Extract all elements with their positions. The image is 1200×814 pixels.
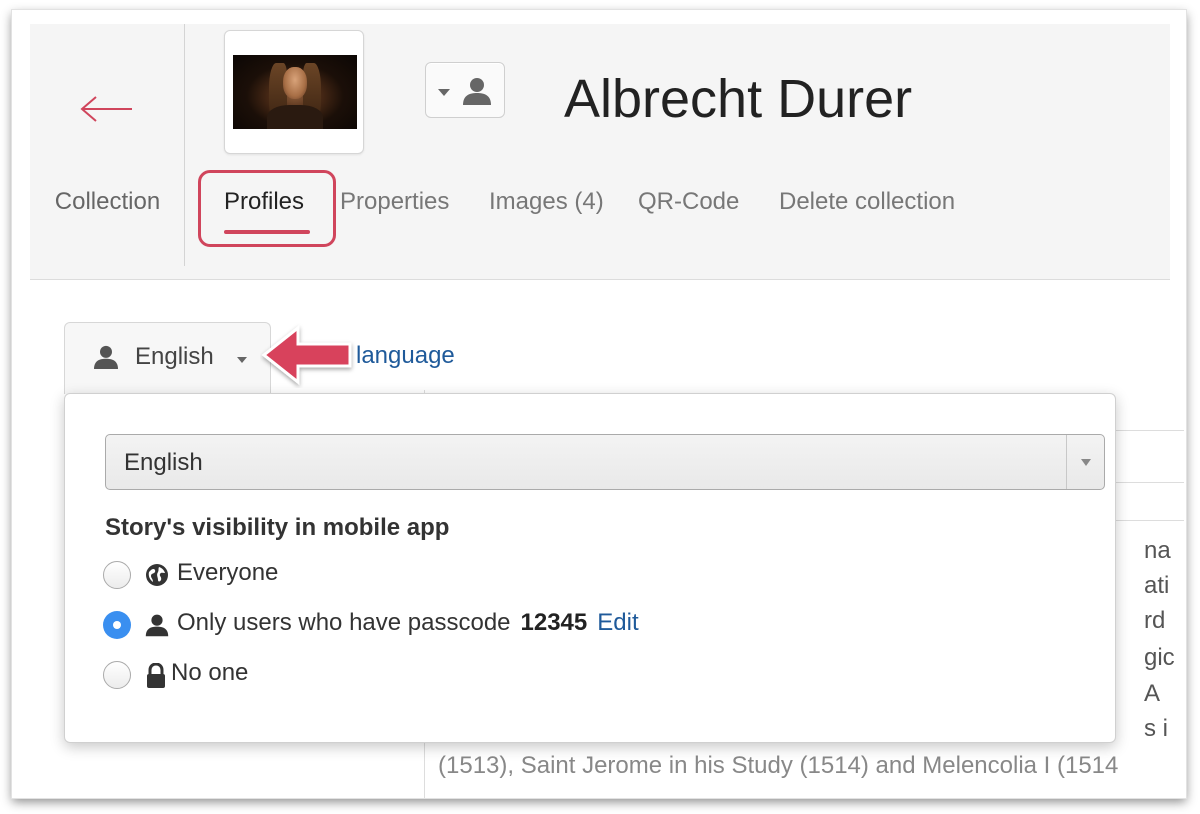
tab-qr-code[interactable]: QR-Code (638, 188, 739, 216)
tab-profiles[interactable]: Profiles (224, 188, 304, 216)
visibility-heading: Story's visibility in mobile app (105, 514, 450, 541)
everyone-label: Everyone (177, 559, 279, 586)
story-text-fragment: s i (1144, 715, 1168, 742)
collection-header: Collection Albrecht Durer Profiles Prope… (30, 24, 1170, 280)
tab-delete-collection[interactable]: Delete collection (779, 188, 955, 216)
radio-everyone[interactable] (103, 561, 131, 589)
passcode-value: 12345 (520, 609, 588, 636)
user-icon (94, 345, 118, 369)
user-icon (463, 78, 491, 105)
back-column: Collection (30, 24, 185, 266)
visibility-option-no-one[interactable]: No one (103, 659, 343, 691)
radio-passcode[interactable] (103, 611, 131, 639)
visibility-option-everyone[interactable]: Everyone (103, 559, 363, 591)
page-title: Albrecht Durer (564, 69, 913, 129)
portrait-image (233, 55, 357, 129)
profile-dropdown-button[interactable] (425, 62, 505, 118)
caret-down-icon (1081, 459, 1091, 466)
story-text-line: (1513), Saint Jerome in his Study (1514)… (438, 752, 1119, 779)
caret-down-icon (438, 89, 450, 96)
caret-down-icon (237, 357, 247, 363)
globe-icon (146, 564, 168, 586)
tab-images[interactable]: Images (4) (489, 188, 604, 216)
back-arrow-icon[interactable] (78, 94, 134, 124)
collection-thumbnail[interactable] (224, 30, 364, 154)
story-text-fragment: ati (1144, 572, 1170, 599)
language-settings-popover: English Story's visibility in mobile app… (64, 393, 1116, 743)
story-text-fragment: rd (1144, 607, 1166, 634)
active-tab-underline (224, 230, 310, 234)
language-dropdown-button[interactable]: English (64, 322, 271, 394)
language-select-value: English (124, 449, 203, 476)
passcode-option-label: Only users who have passcode (177, 609, 511, 636)
app-window: Collection Albrecht Durer Profiles Prope… (12, 10, 1186, 798)
user-icon (145, 614, 169, 637)
language-select[interactable]: English (105, 434, 1105, 490)
visibility-option-passcode[interactable]: Only users who have passcode 12345 Edit (103, 609, 743, 641)
language-label: English (135, 343, 214, 370)
tab-properties[interactable]: Properties (340, 188, 449, 216)
radio-no-one[interactable] (103, 661, 131, 689)
add-language-link[interactable]: language (356, 342, 455, 370)
story-text-fragment: A (1144, 680, 1161, 707)
edit-passcode-link[interactable]: Edit (597, 609, 638, 636)
back-to-collection-link[interactable]: Collection (30, 188, 185, 216)
story-text-fragment: na (1144, 537, 1171, 564)
select-arrow-button[interactable] (1066, 435, 1104, 489)
lock-icon (147, 663, 165, 688)
no-one-label: No one (171, 659, 249, 686)
pointer-arrow-icon (261, 324, 352, 386)
story-text-fragment: gic (1144, 644, 1175, 671)
